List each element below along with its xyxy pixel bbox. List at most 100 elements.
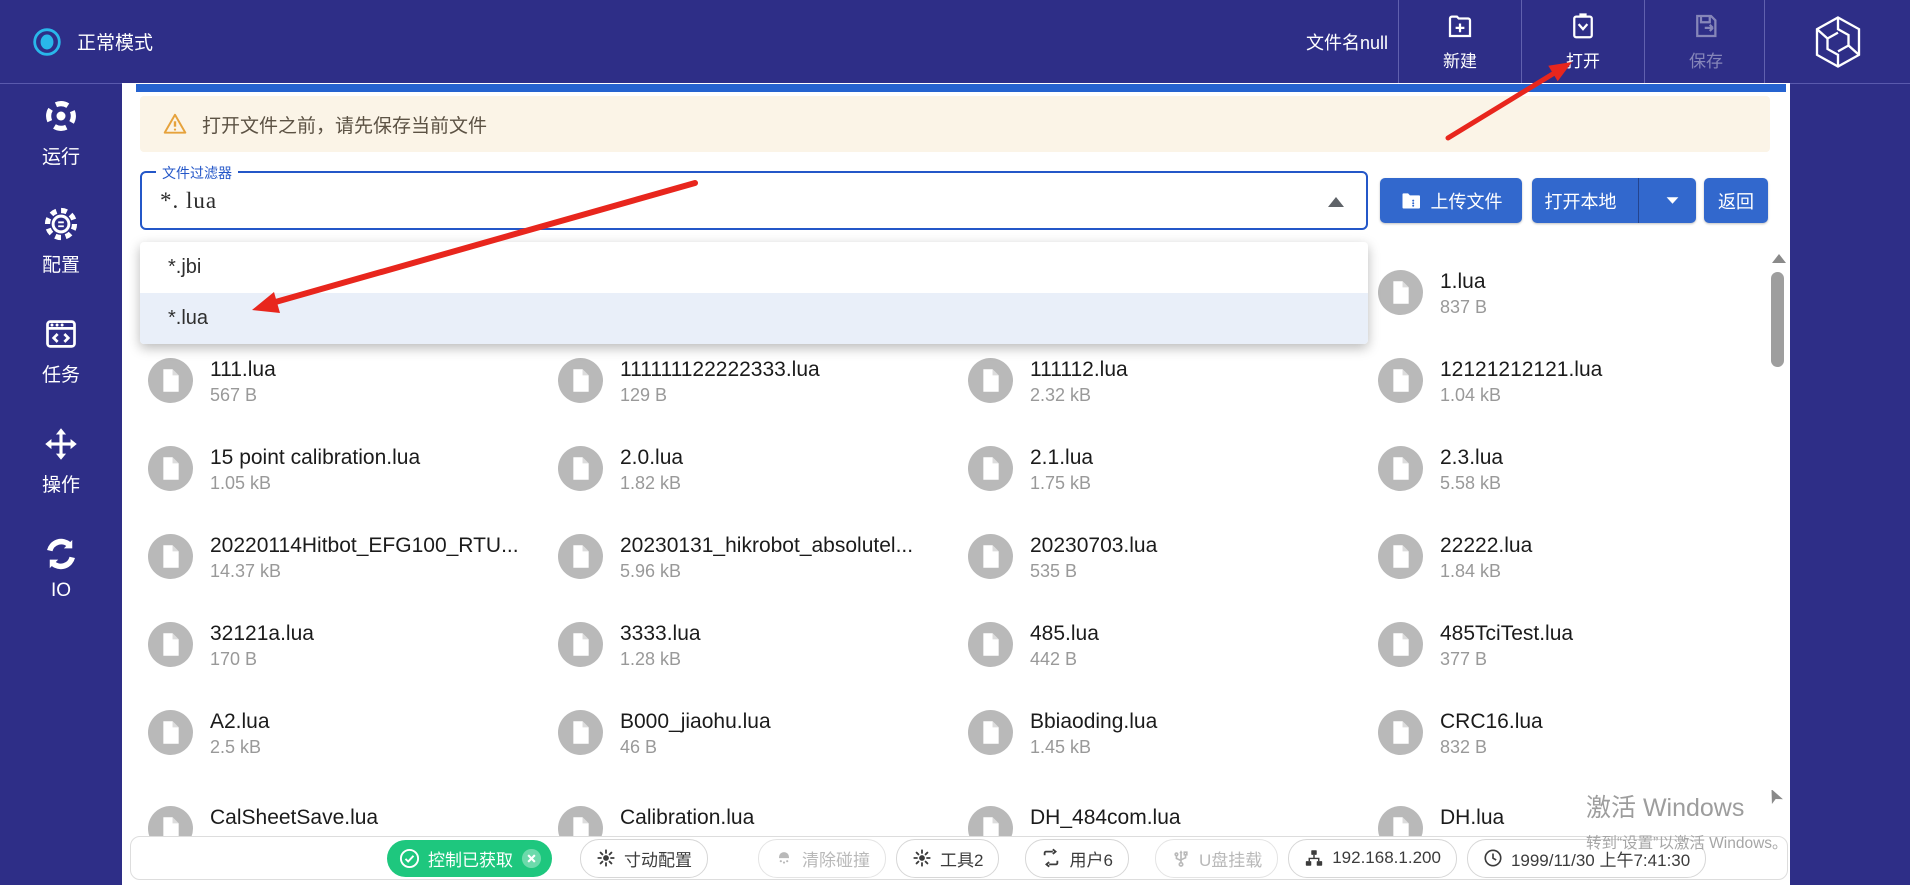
left-sidebar: 运行配置任务操作 IO — [0, 83, 122, 885]
file-name: 20220114Hitbot_EFG100_RTU... — [210, 534, 540, 558]
status-pill-control[interactable]: 控制已获取 — [387, 840, 552, 877]
status-pill-label: 用户6 — [1069, 846, 1112, 871]
filename-label: 文件名null — [1306, 0, 1388, 83]
open-local-button[interactable]: 打开本地 — [1532, 178, 1696, 223]
status-pill-label: 工具2 — [940, 846, 983, 871]
file-size: 5.96 kB — [620, 561, 681, 582]
file-item[interactable]: 12121212121.lua1.04 kB — [1378, 358, 1773, 408]
jog-icon — [912, 848, 932, 868]
file-item[interactable]: 3333.lua1.28 kB — [558, 622, 953, 672]
file-item[interactable]: 20220114Hitbot_EFG100_RTU... 14.37 kB — [148, 534, 543, 584]
upload-file-button[interactable]: 上传文件 — [1380, 178, 1522, 223]
file-item[interactable]: 485.lua442 B — [968, 622, 1363, 672]
split-divider — [1638, 178, 1639, 223]
caret-up-icon[interactable] — [1328, 197, 1344, 207]
file-item[interactable]: 20230703.lua535 B — [968, 534, 1363, 584]
file-icon — [1378, 534, 1423, 579]
statusbar: 控制已获取寸动配置 清除碰撞 工具2 用户6 U盘挂载 192.168.1.200 1999… — [130, 836, 1788, 880]
file-item[interactable]: Bbiaoding.lua1.45 kB — [968, 710, 1363, 760]
sidebar-item-operate[interactable]: 操作 — [0, 426, 122, 497]
status-pill-user[interactable]: 用户6 — [1025, 839, 1128, 878]
save-file-label: 保存 — [1689, 47, 1723, 72]
file-icon — [1378, 446, 1423, 491]
io-swap-icon — [43, 536, 79, 572]
file-size: 567 B — [210, 385, 257, 406]
file-item[interactable]: 485TciTest.lua377 B — [1378, 622, 1773, 672]
progress-strip — [136, 84, 1786, 92]
dropdown-option-jbi[interactable]: *.jbi — [140, 242, 1368, 293]
save-file-button[interactable]: 保存 — [1644, 0, 1767, 83]
file-icon — [968, 358, 1013, 403]
file-item[interactable]: 15 point calibration.lua1.05 kB — [148, 446, 543, 496]
scroll-up-icon[interactable] — [1772, 254, 1786, 263]
status-pill-usb[interactable]: U盘挂载 — [1155, 839, 1278, 878]
mode-selector[interactable]: 正常模式 — [32, 0, 153, 83]
sidebar-item-task[interactable]: 任务 — [0, 316, 122, 387]
file-item[interactable]: 2.1.lua1.75 kB — [968, 446, 1363, 496]
file-name: 485.lua — [1030, 622, 1360, 646]
scrollbar-thumb[interactable] — [1771, 272, 1784, 367]
file-icon — [968, 710, 1013, 755]
file-name: CRC16.lua — [1440, 710, 1770, 734]
filter-dropdown-menu: *.jbi*.lua — [140, 242, 1368, 344]
file-item[interactable]: B000_jiaohu.lua46 B — [558, 710, 953, 760]
file-size: 14.37 kB — [210, 561, 281, 582]
file-size: 832 B — [1440, 737, 1487, 758]
sidebar-item-label: 配置 — [42, 250, 80, 277]
file-item[interactable]: 111.lua567 B — [148, 358, 543, 408]
file-size: 535 B — [1030, 561, 1077, 582]
file-item[interactable]: 2.0.lua1.82 kB — [558, 446, 953, 496]
cursor-icon — [1768, 790, 1784, 806]
file-name: Calibration.lua — [620, 806, 950, 830]
file-icon — [148, 622, 193, 667]
file-item[interactable]: 22222.lua1.84 kB — [1378, 534, 1773, 584]
file-name: 111112.lua — [1030, 358, 1360, 382]
logo-cell — [1764, 0, 1910, 83]
file-size: 2.32 kB — [1030, 385, 1091, 406]
file-filter-combobox[interactable]: 文件过滤器 *. lua — [140, 171, 1368, 230]
status-pill-label: 192.168.1.200 — [1332, 848, 1441, 868]
warning-text: 打开文件之前，请先保存当前文件 — [202, 111, 487, 138]
sidebar-item-io[interactable]: IO — [0, 536, 122, 602]
file-size: 1.28 kB — [620, 649, 681, 670]
file-item[interactable]: A2.lua2.5 kB — [148, 710, 543, 760]
file-item[interactable]: 111112.lua 2.32 kB — [968, 358, 1363, 408]
sidebar-item-label: 运行 — [42, 142, 80, 169]
dropdown-option-lua[interactable]: *.lua — [140, 293, 1368, 344]
file-name: 485TciTest.lua — [1440, 622, 1770, 646]
file-name: 15 point calibration.lua — [210, 446, 540, 470]
file-size: 5.58 kB — [1440, 473, 1501, 494]
file-size: 129 B — [620, 385, 667, 406]
open-file-icon — [1568, 11, 1598, 41]
status-pill-tool[interactable]: 工具2 — [896, 839, 999, 878]
new-file-button[interactable]: 新建 — [1398, 0, 1521, 83]
status-pill-label: 清除碰撞 — [802, 846, 870, 871]
file-name: 2.1.lua — [1030, 446, 1360, 470]
status-pill-time[interactable]: 1999/11/30 上午7:41:30 — [1467, 839, 1706, 878]
topbar-actions: 新建打开保存 — [1398, 0, 1767, 83]
file-item[interactable]: 32121a.lua170 B — [148, 622, 543, 672]
move-icon — [43, 426, 79, 462]
file-item[interactable]: 2.3.lua5.58 kB — [1378, 446, 1773, 496]
close-circle-icon[interactable] — [521, 848, 542, 869]
open-local-label: 打开本地 — [1532, 188, 1629, 214]
sidebar-item-label: 任务 — [42, 360, 80, 387]
clean-icon — [774, 848, 794, 868]
file-icon — [558, 710, 603, 755]
sidebar-item-run[interactable]: 运行 — [0, 98, 122, 169]
sidebar-item-config[interactable]: 配置 — [0, 206, 122, 277]
file-item[interactable]: 1.lua837 B — [1378, 270, 1773, 320]
status-pill-clear-collision[interactable]: 清除碰撞 — [758, 839, 886, 878]
status-pill-jog-config[interactable]: 寸动配置 — [580, 839, 708, 878]
caret-down-icon[interactable] — [1648, 195, 1696, 206]
file-name: 22222.lua — [1440, 534, 1770, 558]
file-icon — [1378, 710, 1423, 755]
open-file-button[interactable]: 打开 — [1521, 0, 1644, 83]
target-icon — [43, 98, 79, 134]
file-item[interactable]: 111111122222333.lua129 B — [558, 358, 953, 408]
back-button[interactable]: 返回 — [1704, 178, 1768, 223]
usb-icon — [1171, 848, 1191, 868]
file-item[interactable]: CRC16.lua 832 B — [1378, 710, 1773, 760]
status-pill-ip[interactable]: 192.168.1.200 — [1288, 839, 1457, 878]
file-item[interactable]: 20230131_hikrobot_absolutel...5.96 kB — [558, 534, 953, 584]
